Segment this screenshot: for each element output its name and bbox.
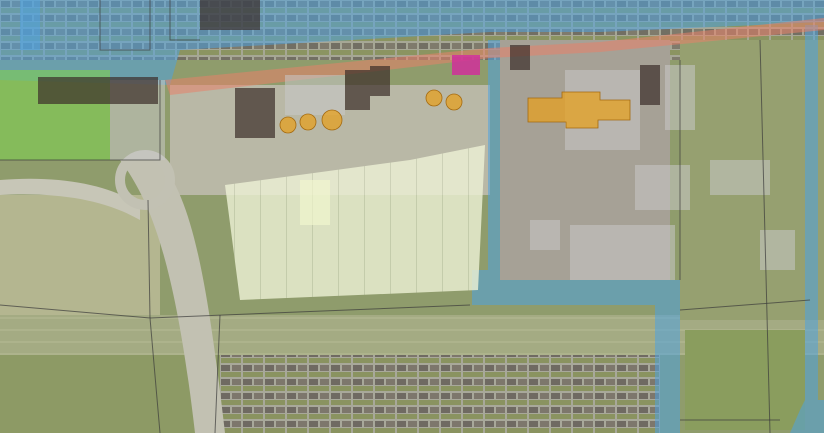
water-canal-west [20,0,40,50]
tree-1 [279,116,297,134]
building-light-6 [530,220,560,250]
building-dark-1 [38,77,158,104]
building-light-7 [710,160,770,195]
tree-4 [425,89,443,107]
building-dark-7 [200,0,260,30]
building-light-5 [635,165,690,210]
map-canvas[interactable] [0,0,824,433]
building-dark-3 [345,70,370,110]
special-area-magenta [452,55,480,75]
building-dark-6 [640,65,660,105]
tree-2 [299,113,317,131]
tree-5 [445,93,463,111]
tree-3 [321,109,343,131]
special-area-layer [452,55,480,75]
building-dark-2 [235,88,275,138]
building-light-4 [570,225,675,280]
building-dark-5 [510,45,530,70]
building-dark-4 [370,66,390,96]
building-light-2 [285,75,345,115]
greenhouse-annex [300,180,330,225]
map-view[interactable] [0,0,824,433]
